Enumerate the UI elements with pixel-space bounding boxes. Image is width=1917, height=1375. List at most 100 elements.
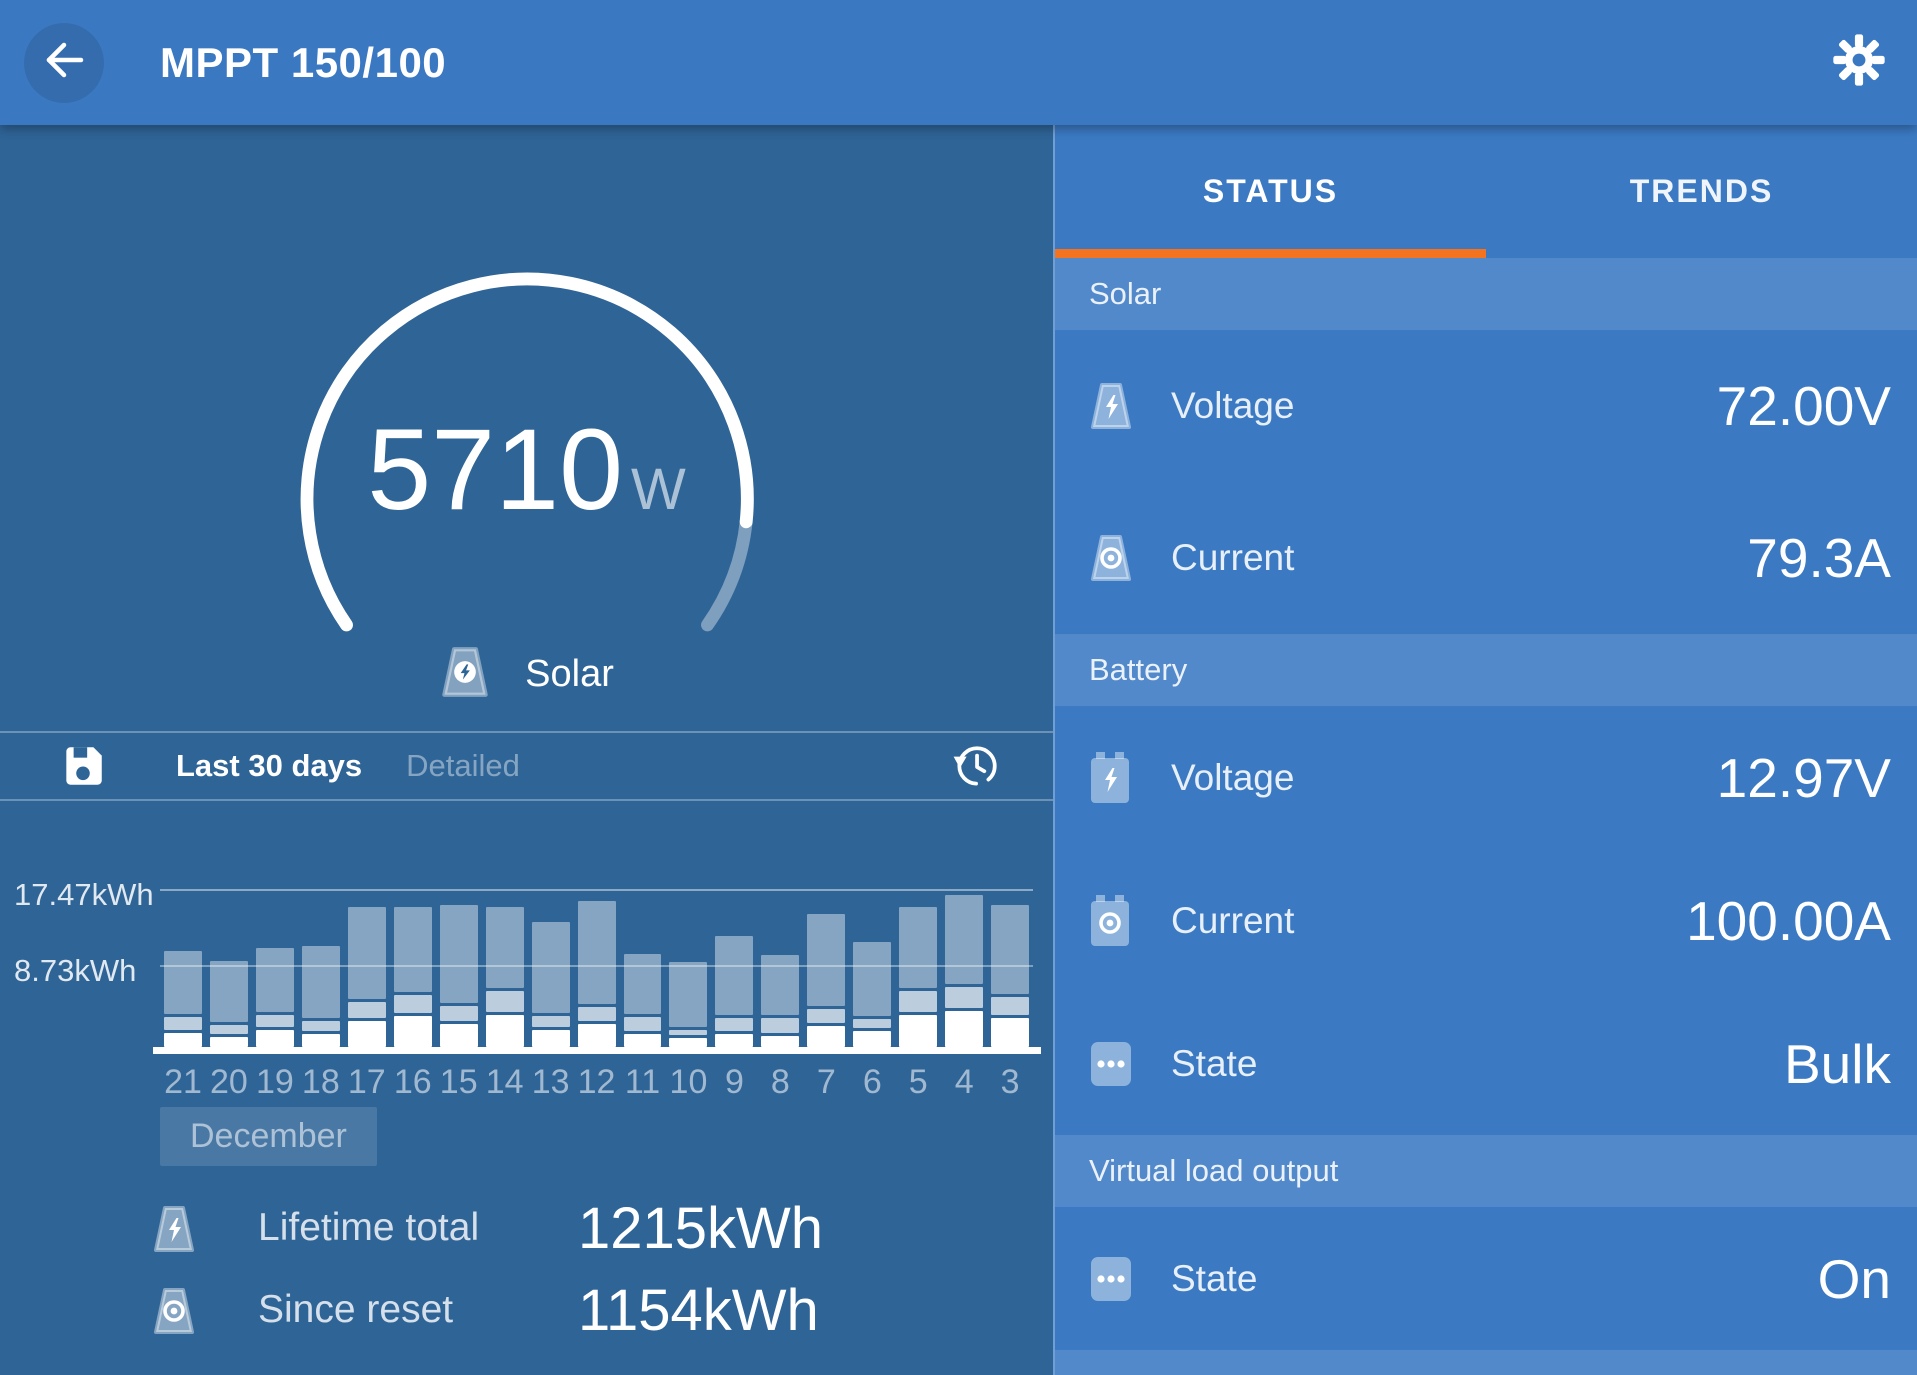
state-dots-icon — [1087, 1037, 1137, 1091]
bar-segment-bulk — [348, 907, 386, 999]
total-value: 1154kWh — [578, 1277, 819, 1344]
bar-segment-float — [669, 1038, 707, 1047]
x-axis-label: 21 — [160, 1063, 206, 1102]
bar-segment-bulk — [761, 955, 799, 1015]
bar-segment-absorption — [761, 1018, 799, 1033]
y-axis-tick-17: 17.47kWh — [14, 877, 159, 913]
bar-day-5 — [895, 907, 941, 1047]
x-axis-label: 3 — [987, 1063, 1033, 1102]
status-row-current: Current100.00A — [1055, 849, 1917, 992]
save-button[interactable] — [58, 741, 108, 791]
bar-segment-bulk — [807, 914, 845, 1006]
row-value: 100.00A — [1686, 889, 1891, 953]
victronconnect-app: MPPT 150/100 — [0, 0, 1917, 1375]
x-axis-label: 7 — [803, 1063, 849, 1102]
bar-day-19 — [252, 948, 298, 1047]
solar-power-value: 5710 — [367, 395, 623, 545]
total-value: 1215kWh — [578, 1195, 823, 1262]
bar-segment-absorption — [578, 1007, 616, 1021]
bar-segment-bulk — [624, 954, 662, 1014]
bar-day-6 — [849, 942, 895, 1047]
x-axis-label: 6 — [849, 1063, 895, 1102]
bar-day-18 — [298, 946, 344, 1047]
bar-segment-absorption — [486, 991, 524, 1012]
solar-power-unit: W — [631, 456, 686, 523]
x-axis-label: 11 — [620, 1063, 666, 1102]
month-badge[interactable]: December — [160, 1107, 377, 1166]
bar-day-9 — [711, 936, 757, 1047]
x-axis-label: 14 — [482, 1063, 528, 1102]
bar-segment-float — [899, 1015, 937, 1047]
row-label: State — [1171, 1258, 1257, 1300]
page-title: MPPT 150/100 — [160, 39, 446, 87]
gear-icon — [1831, 32, 1887, 93]
row-label: Voltage — [1171, 385, 1294, 427]
bar-day-8 — [757, 955, 803, 1047]
bar-segment-absorption — [624, 1017, 662, 1031]
bar-segment-bulk — [899, 907, 937, 988]
bar-segment-bulk — [991, 905, 1029, 994]
bar-segment-bulk — [532, 922, 570, 1013]
bar-segment-float — [715, 1034, 753, 1047]
yield-totals: Lifetime total1215kWhSince reset1154kWh — [150, 1187, 1013, 1351]
x-axis-label: 12 — [574, 1063, 620, 1102]
x-axis-label: 4 — [941, 1063, 987, 1102]
state-dots-icon — [1087, 1252, 1137, 1306]
gauge-source-label: Solar — [525, 653, 614, 696]
history-button[interactable] — [951, 741, 1001, 791]
status-panel: STATUS TRENDS SolarVoltage72.00VCurrent7… — [1053, 125, 1917, 1375]
range-toggle-detailed[interactable]: Detailed — [406, 748, 520, 784]
x-axis-label: 20 — [206, 1063, 252, 1102]
status-row-state: State Bulk — [1055, 992, 1917, 1135]
x-axis-label: 16 — [390, 1063, 436, 1102]
range-toggle-last-30-days[interactable]: Last 30 days — [176, 748, 362, 784]
bar-segment-absorption — [899, 991, 937, 1012]
next-section-band — [1055, 1350, 1917, 1375]
bar-segment-absorption — [164, 1017, 202, 1030]
bar-segment-bulk — [210, 961, 248, 1022]
total-row: Since reset1154kWh — [150, 1269, 1013, 1351]
status-row-voltage: Voltage12.97V — [1055, 706, 1917, 849]
tab-trends[interactable]: TRENDS — [1486, 125, 1917, 258]
bar-segment-absorption — [945, 987, 983, 1008]
bar-segment-bulk — [669, 962, 707, 1027]
bar-segment-float — [394, 1016, 432, 1047]
row-value: On — [1818, 1247, 1891, 1311]
bar-segment-bulk — [945, 895, 983, 984]
bar-segment-absorption — [807, 1009, 845, 1023]
bar-series — [160, 801, 1033, 1047]
bar-segment-float — [486, 1015, 524, 1047]
row-label: State — [1171, 1043, 1257, 1085]
solar-target-icon — [150, 1286, 198, 1334]
header-bar: MPPT 150/100 — [0, 0, 1917, 125]
solar-target-icon — [1087, 531, 1137, 585]
back-button[interactable] — [24, 23, 104, 103]
total-label: Since reset — [258, 1288, 578, 1332]
row-value: Bulk — [1784, 1032, 1891, 1096]
total-label: Lifetime total — [258, 1206, 578, 1250]
back-arrow-icon — [40, 36, 88, 89]
bar-segment-bulk — [302, 946, 340, 1018]
section-header: Battery — [1055, 634, 1917, 706]
bar-segment-float — [624, 1034, 662, 1047]
bar-segment-bulk — [394, 907, 432, 992]
status-row-current: Current79.3A — [1055, 482, 1917, 634]
bar-day-14 — [482, 907, 528, 1047]
bar-day-17 — [344, 907, 390, 1047]
y-axis-tick-8: 8.73kWh — [14, 953, 159, 989]
row-value: 12.97V — [1717, 746, 1891, 810]
x-axis-label: 13 — [528, 1063, 574, 1102]
status-row-voltage: Voltage72.00V — [1055, 330, 1917, 482]
solar-bolt-icon — [150, 1204, 198, 1252]
live-data-panel: 5710 W Solar — [0, 125, 1053, 1375]
tab-status[interactable]: STATUS — [1055, 125, 1486, 258]
settings-button[interactable] — [1829, 33, 1889, 93]
battery-target-icon — [1087, 894, 1137, 948]
bar-segment-absorption — [440, 1006, 478, 1021]
bar-segment-float — [164, 1033, 202, 1047]
bar-day-20 — [206, 961, 252, 1047]
bar-segment-float — [761, 1036, 799, 1047]
bar-segment-absorption — [348, 1002, 386, 1018]
bar-segment-absorption — [532, 1016, 570, 1027]
daily-yield-chart: 17.47kWh 8.73kWh 21201918171615141312111… — [0, 801, 1053, 1375]
